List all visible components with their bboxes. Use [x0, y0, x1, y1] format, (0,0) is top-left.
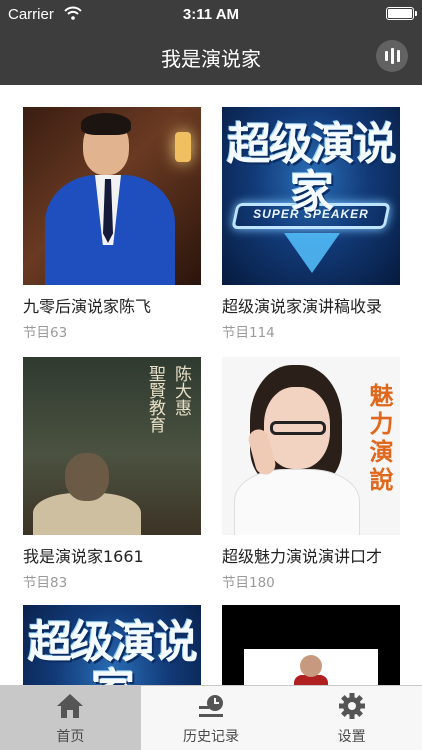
album-card-super-speaker[interactable]: 超级演说家 SUPER SPEAKER 超级演说家演讲稿收录 节目114 [222, 107, 407, 341]
cover-logo-text: 超级演说家 [28, 617, 198, 686]
album-card-charisma[interactable]: 魅力演說 超级魅力演说演讲口才 节目180 [222, 357, 407, 591]
tab-home[interactable]: 首页 [0, 686, 141, 750]
tab-label: 首页 [56, 729, 85, 745]
tab-label: 设置 [337, 729, 366, 745]
album-title: 超级魅力演说演讲口才 [222, 547, 383, 566]
album-cover[interactable] [23, 107, 201, 285]
album-count: 节目180 [222, 575, 275, 591]
navigation-header: Carrier 3:11 AM 我是演说家 [0, 0, 422, 85]
page-title: 我是演说家 [161, 47, 261, 71]
album-cover[interactable]: 魅力演說 [222, 357, 400, 535]
status-time: 3:11 AM [182, 6, 240, 23]
tab-label: 历史记录 [182, 729, 239, 745]
album-cover[interactable]: 超级演说家 [23, 605, 201, 685]
album-cover[interactable]: 超级演说家 SUPER SPEAKER [222, 107, 400, 285]
bars-icon[interactable] [376, 40, 408, 72]
album-title: 我是演说家1661 [23, 547, 144, 566]
history-icon [198, 695, 223, 717]
battery-icon [386, 7, 417, 20]
tab-bar: 首页 历史记录 设置 [0, 685, 422, 750]
album-card-1661[interactable]: 聖賢教育 陈大惠 我是演说家1661 节目83 [23, 357, 208, 591]
album-cover[interactable] [222, 605, 400, 685]
cover-logo-text: 超级演说家 [227, 119, 397, 218]
cover-text: 陈大惠 [171, 365, 191, 416]
album-cover[interactable]: 聖賢教育 陈大惠 [23, 357, 201, 535]
album-grid: 九零后演说家陈飞 节目63 超级演说家 SUPER SPEAKER 超级演说家演… [0, 85, 422, 685]
status-bar: Carrier 3:11 AM [0, 0, 422, 30]
tab-settings[interactable]: 设置 [281, 686, 422, 750]
album-card[interactable] [222, 605, 407, 685]
home-icon [57, 694, 84, 718]
album-card[interactable]: 超级演说家 [23, 605, 208, 685]
album-count: 节目63 [23, 325, 68, 341]
cover-text: 聖賢教育 [145, 365, 165, 433]
album-count: 节目83 [23, 575, 68, 591]
album-title: 九零后演说家陈飞 [23, 297, 152, 316]
album-title: 超级演说家演讲稿收录 [222, 297, 383, 316]
album-count: 节目114 [222, 325, 275, 341]
gear-icon [338, 693, 365, 719]
tab-history[interactable]: 历史记录 [141, 686, 282, 750]
cover-text: 魅力演說 [365, 383, 394, 495]
cover-logo-subtext: SUPER SPEAKER [253, 207, 369, 221]
album-card-chenfei[interactable]: 九零后演说家陈飞 节目63 [23, 107, 208, 341]
